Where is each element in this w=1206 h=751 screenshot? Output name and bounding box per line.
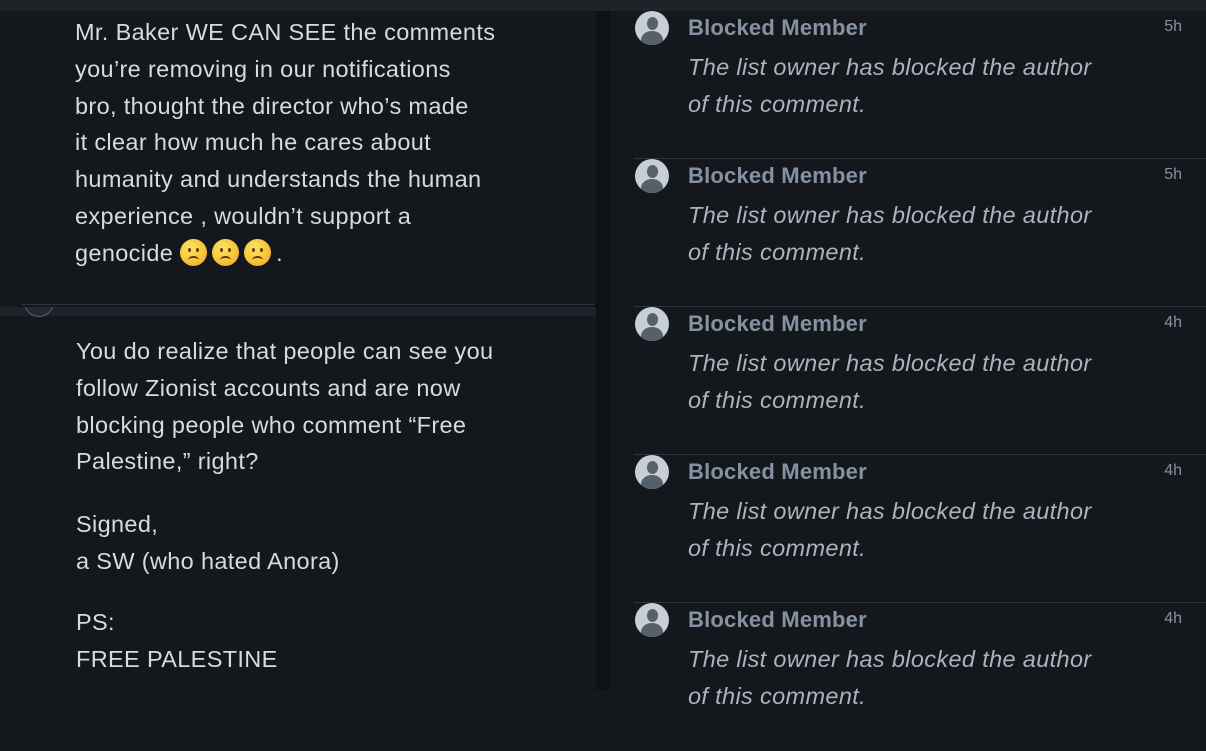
blocked-message-line: of this comment. bbox=[688, 90, 866, 117]
default-avatar-icon[interactable] bbox=[635, 455, 669, 489]
comment-line: blocking people who comment “Free bbox=[76, 411, 467, 438]
timestamp: 4h bbox=[1164, 314, 1182, 331]
comment-line: Palestine,” right? bbox=[76, 448, 259, 475]
default-avatar-icon[interactable] bbox=[635, 159, 669, 193]
comment-line: experience , wouldn’t support a bbox=[75, 202, 412, 229]
default-avatar-icon[interactable] bbox=[635, 307, 669, 341]
default-avatar-icon[interactable] bbox=[635, 603, 669, 637]
comment-line: PS: bbox=[76, 609, 115, 635]
blocked-message-line: of this comment. bbox=[688, 534, 866, 561]
comment-line: a SW (who hated Anora) bbox=[76, 547, 340, 574]
timestamp: 4h bbox=[1164, 610, 1182, 627]
blocked-comment-item: Blocked Member 4h The list owner has blo… bbox=[634, 455, 1206, 603]
slightly-frowning-face-icon bbox=[244, 238, 272, 266]
blocked-comment-item: Blocked Member 5h The list owner has blo… bbox=[634, 11, 1206, 159]
member-name[interactable]: Blocked Member bbox=[688, 163, 867, 189]
comment-line: Signed, bbox=[76, 511, 159, 537]
default-avatar-icon[interactable] bbox=[635, 11, 669, 45]
blocked-message-line: The list owner has blocked the author bbox=[688, 498, 1092, 524]
blocked-comment-item: Blocked Member 5h The list owner has blo… bbox=[634, 159, 1206, 307]
comment-line: follow Zionist accounts and are now bbox=[76, 374, 461, 401]
blocked-message: The list owner has blocked the author of… bbox=[688, 345, 1158, 419]
member-name[interactable]: Blocked Member bbox=[688, 15, 867, 41]
member-name[interactable]: Blocked Member bbox=[688, 311, 867, 337]
blocked-message-line: of this comment. bbox=[688, 386, 866, 413]
blocked-message-line: The list owner has blocked the author bbox=[688, 54, 1092, 80]
comments-panel: Mr. Baker WE CAN SEE the comments you’re… bbox=[0, 11, 596, 699]
blocked-message: The list owner has blocked the author of… bbox=[688, 49, 1158, 123]
blocked-message-line: The list owner has blocked the author bbox=[688, 202, 1092, 228]
blocked-message: The list owner has blocked the author of… bbox=[688, 493, 1158, 567]
comment-line: genocide bbox=[75, 239, 174, 266]
comment-line: bro, thought the director who’s made bbox=[75, 92, 469, 119]
top-bar bbox=[0, 0, 1206, 11]
panel-gutter bbox=[596, 11, 610, 690]
comment-body: Mr. Baker WE CAN SEE the comments you’re… bbox=[75, 14, 545, 272]
timestamp: 4h bbox=[1164, 462, 1182, 479]
comment-line: Mr. Baker WE CAN SEE the comments bbox=[75, 19, 496, 45]
avatar[interactable] bbox=[24, 307, 54, 319]
comment-paragraph: You do realize that people can see you f… bbox=[76, 333, 546, 480]
comment: Mr. Baker WE CAN SEE the comments you’re… bbox=[0, 11, 596, 305]
slightly-frowning-face-icon bbox=[212, 238, 240, 266]
blocked-message-line: The list owner has blocked the author bbox=[688, 646, 1092, 672]
blocked-message-line: The list owner has blocked the author bbox=[688, 350, 1092, 376]
blocked-message-line: of this comment. bbox=[688, 682, 866, 709]
member-name[interactable]: Blocked Member bbox=[688, 459, 867, 485]
comment-line: You do realize that people can see you bbox=[76, 338, 494, 364]
blocked-comment-item: Blocked Member 4h The list owner has blo… bbox=[634, 307, 1206, 455]
slightly-frowning-face-icon bbox=[180, 238, 208, 266]
comment-line: FREE PALESTINE bbox=[76, 645, 278, 672]
comment-line: humanity and understands the human bbox=[75, 166, 482, 193]
blocked-comments-feed: Blocked Member 5h The list owner has blo… bbox=[610, 11, 1206, 709]
blocked-message: The list owner has blocked the author of… bbox=[688, 197, 1158, 271]
comment-end-punct: . bbox=[276, 239, 283, 266]
timestamp: 5h bbox=[1164, 166, 1182, 183]
timestamp: 5h bbox=[1164, 18, 1182, 35]
blocked-comment-item: Blocked Member 4h The list owner has blo… bbox=[634, 603, 1206, 751]
comment-paragraph: Signed, a SW (who hated Anora) bbox=[76, 506, 340, 580]
comment-line: it clear how much he cares about bbox=[75, 129, 432, 156]
blocked-message-line: of this comment. bbox=[688, 238, 866, 265]
comment-paragraph: PS: FREE PALESTINE bbox=[76, 604, 278, 678]
blocked-message: The list owner has blocked the author of… bbox=[688, 641, 1158, 715]
comment: You do realize that people can see you f… bbox=[0, 307, 596, 699]
member-name[interactable]: Blocked Member bbox=[688, 607, 867, 633]
comment-line: you’re removing in our notifications bbox=[75, 55, 451, 82]
divider bbox=[22, 304, 594, 305]
